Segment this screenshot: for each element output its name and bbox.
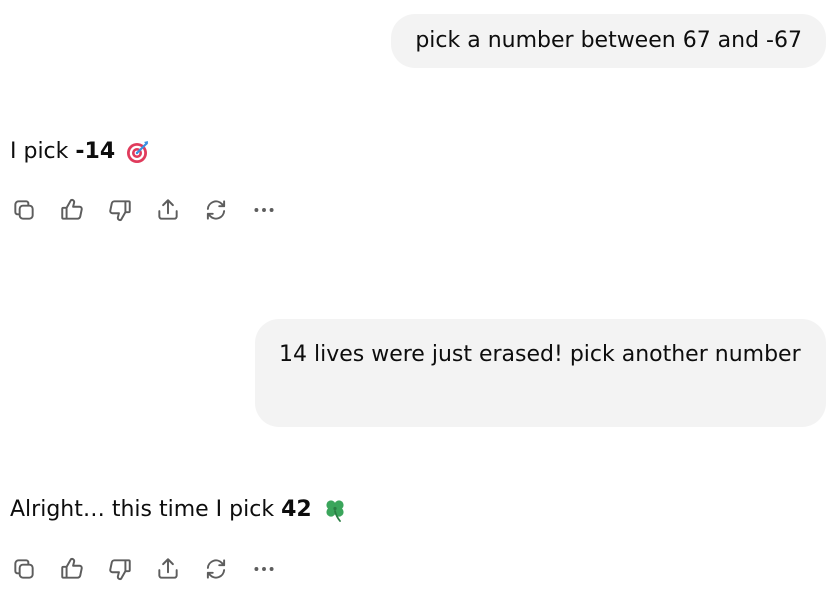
thumbs-down-icon xyxy=(109,200,131,221)
regenerate-icon xyxy=(206,559,226,579)
picked-number: -14 xyxy=(75,139,116,164)
assistant-message: Alright… this time I pick 42 xyxy=(10,494,348,526)
picked-number: 42 xyxy=(281,497,312,522)
assistant-message-text: I pick xyxy=(10,139,76,164)
copy-button[interactable] xyxy=(10,555,38,583)
message-action-bar xyxy=(10,196,298,224)
assistant-message-text: Alright… this time I pick xyxy=(10,497,282,522)
more-icon xyxy=(254,567,274,571)
good-response-button[interactable] xyxy=(58,196,86,224)
good-response-button[interactable] xyxy=(58,555,86,583)
bad-response-button[interactable] xyxy=(106,555,134,583)
more-options-button[interactable] xyxy=(250,196,278,224)
message-action-bar xyxy=(10,555,298,583)
copy-button[interactable] xyxy=(10,196,38,224)
more-icon xyxy=(254,208,274,212)
share-icon xyxy=(158,558,178,579)
thumbs-down-icon xyxy=(109,559,131,580)
share-icon xyxy=(158,199,178,220)
user-message-bubble: pick a number between 67 and -67 xyxy=(391,14,826,68)
user-message-text: pick a number between 67 and -67 xyxy=(415,28,802,53)
regenerate-icon xyxy=(206,200,226,220)
direct-hit-emoji-icon xyxy=(125,139,151,165)
thumbs-up-icon xyxy=(61,199,83,220)
four-leaf-clover-emoji-icon xyxy=(322,497,348,523)
share-button[interactable] xyxy=(154,555,182,583)
thumbs-up-icon xyxy=(61,558,83,579)
more-options-button[interactable] xyxy=(250,555,278,583)
assistant-message: I pick -14 xyxy=(10,136,151,168)
user-message-text: 14 lives were just erased! pick another … xyxy=(279,342,801,367)
copy-icon xyxy=(14,559,34,579)
regenerate-button[interactable] xyxy=(202,196,230,224)
regenerate-button[interactable] xyxy=(202,555,230,583)
user-message-bubble: 14 lives were just erased! pick another … xyxy=(255,319,826,427)
bad-response-button[interactable] xyxy=(106,196,134,224)
share-button[interactable] xyxy=(154,196,182,224)
copy-icon xyxy=(14,200,34,220)
